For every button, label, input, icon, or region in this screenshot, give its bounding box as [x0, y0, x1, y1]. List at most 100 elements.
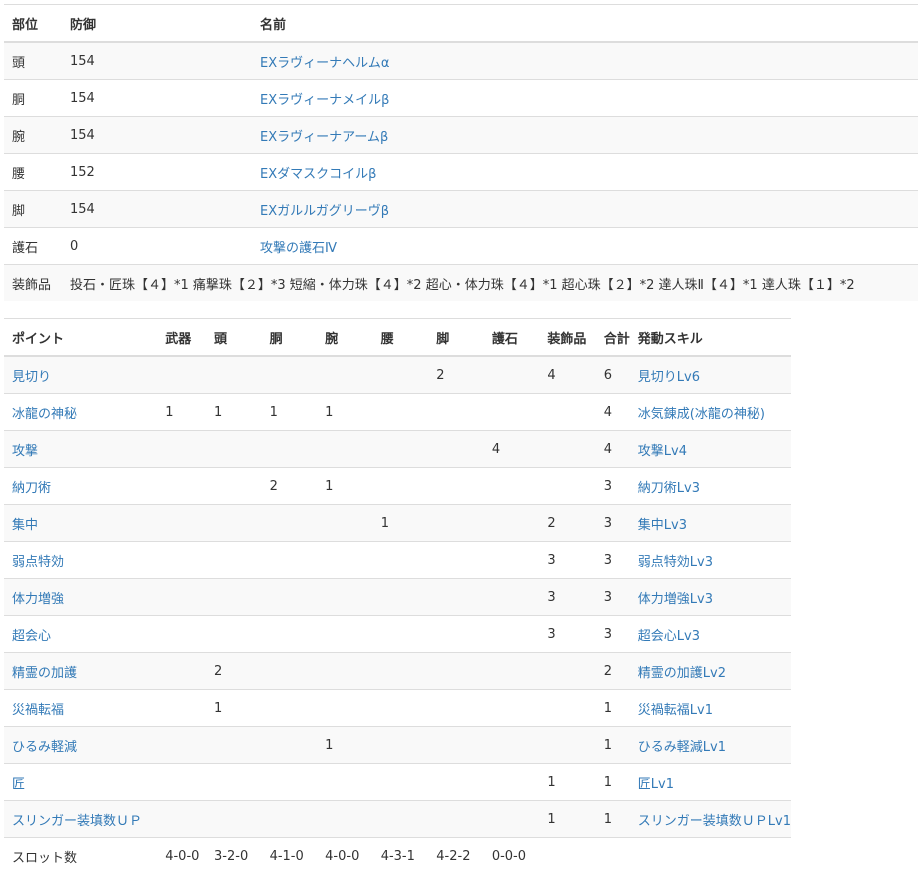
skill-leg [428, 467, 484, 505]
skill-point-link[interactable]: 弱点特効 [12, 555, 64, 570]
armor-row: 脚 154 EXガルルガグリーヴβ [4, 190, 918, 228]
skill-point-link[interactable]: 超会心 [12, 629, 51, 644]
slot-empty [595, 837, 630, 874]
armor-name-link[interactable]: EXラヴィーナヘルムα [260, 56, 389, 71]
skill-skill-link[interactable]: 超会心Lv3 [638, 629, 700, 644]
skill-arm: 1 [317, 393, 373, 431]
skill-skill-link[interactable]: ひるみ軽減Lv1 [638, 740, 726, 755]
skill-charm [483, 393, 540, 431]
skill-point-link[interactable]: 匠 [12, 777, 25, 792]
armor-name-link[interactable]: EXダマスクコイルβ [260, 167, 376, 182]
skill-point-link[interactable]: 納刀術 [12, 481, 51, 496]
skill-point: 弱点特効 [4, 541, 158, 579]
skill-point-link[interactable]: 集中 [12, 518, 38, 533]
header-name: 名前 [252, 4, 918, 43]
skill-row: 災禍転福 1 1 災禍転福Lv1 [4, 689, 791, 727]
skill-leg [428, 430, 484, 468]
armor-defense: 154 [62, 41, 252, 80]
skill-skill-link[interactable]: 冰気錬成(冰龍の神秘) [638, 407, 765, 422]
skill-point-link[interactable]: 冰龍の神秘 [12, 407, 77, 422]
skill-head [206, 541, 262, 579]
skill-skill-link[interactable]: 弱点特効Lv3 [638, 555, 713, 570]
skill-arm [317, 652, 373, 690]
slot-label: スロット数 [4, 837, 158, 874]
skill-arm [317, 541, 373, 579]
skill-skill: 超会心Lv3 [629, 615, 791, 653]
skill-row: 集中 1 2 3 集中Lv3 [4, 504, 791, 542]
skill-weapon [157, 541, 207, 579]
header-leg: 脚 [428, 318, 484, 357]
skill-head: 1 [206, 393, 262, 431]
slot-arm: 4-0-0 [317, 837, 373, 874]
skill-skill-link[interactable]: 体力増強Lv3 [638, 592, 713, 607]
skill-waist [372, 726, 429, 764]
skill-total: 3 [595, 504, 630, 542]
skill-total: 6 [595, 355, 630, 394]
skill-total: 4 [595, 393, 630, 431]
header-weapon: 武器 [157, 318, 207, 357]
armor-part: 護石 [4, 227, 62, 265]
skill-weapon [157, 430, 207, 468]
skill-body: 1 [261, 393, 318, 431]
skill-skill-link[interactable]: 見切りLv6 [638, 370, 700, 385]
skill-point-link[interactable]: 攻撃 [12, 444, 38, 459]
skill-waist [372, 652, 429, 690]
skill-deco [539, 430, 596, 468]
slot-body: 4-1-0 [261, 837, 318, 874]
armor-name: EXラヴィーナヘルムα [252, 41, 918, 80]
skill-skill-link[interactable]: 匠Lv1 [638, 777, 674, 792]
skill-head [206, 430, 262, 468]
armor-name-link[interactable]: EXラヴィーナメイルβ [260, 93, 389, 108]
skill-deco: 1 [539, 763, 596, 801]
skill-body [261, 355, 318, 394]
skill-total: 3 [595, 615, 630, 653]
skill-leg [428, 504, 484, 542]
skill-row: スリンガー装填数ＵＰ 1 1 スリンガー装填数ＵＰLv1 [4, 800, 791, 838]
skill-head [206, 504, 262, 542]
skill-skill-link[interactable]: スリンガー装填数ＵＰLv1 [638, 814, 791, 829]
header-head: 頭 [206, 318, 262, 357]
skill-charm [483, 355, 540, 394]
slot-charm: 0-0-0 [483, 837, 540, 874]
skill-point: 見切り [4, 355, 158, 394]
skill-leg [428, 615, 484, 653]
skill-total: 1 [595, 800, 630, 838]
header-defense: 防御 [62, 4, 252, 43]
skill-arm [317, 615, 373, 653]
skill-head [206, 578, 262, 616]
header-arm: 腕 [317, 318, 373, 357]
armor-name-link[interactable]: 攻撃の護石Ⅳ [260, 241, 337, 256]
skill-body [261, 726, 318, 764]
skill-point-link[interactable]: ひるみ軽減 [12, 740, 77, 755]
skill-skill-link[interactable]: 攻撃Lv4 [638, 444, 687, 459]
skill-point-link[interactable]: 見切り [12, 370, 51, 385]
skill-skill-link[interactable]: 納刀術Lv3 [638, 481, 700, 496]
skill-charm [483, 763, 540, 801]
skill-total: 2 [595, 652, 630, 690]
armor-table: 部位 防御 名前 頭 154 EXラヴィーナヘルムα 胴 154 EXラヴィーナメイルβ 腕… [4, 4, 918, 301]
skill-point: 攻撃 [4, 430, 158, 468]
skill-point-link[interactable]: 体力増強 [12, 592, 64, 607]
skill-point: 災禍転福 [4, 689, 158, 727]
skill-skill-link[interactable]: 集中Lv3 [638, 518, 687, 533]
skill-weapon [157, 355, 207, 394]
armor-name-link[interactable]: EXガルルガグリーヴβ [260, 204, 389, 219]
skill-arm [317, 800, 373, 838]
skill-skill-link[interactable]: 精霊の加護Lv2 [638, 666, 726, 681]
skill-point-link[interactable]: 災禍転福 [12, 703, 64, 718]
armor-row: 胴 154 EXラヴィーナメイルβ [4, 79, 918, 117]
skill-point: ひるみ軽減 [4, 726, 158, 764]
skill-point-link[interactable]: 精霊の加護 [12, 666, 77, 681]
skill-leg [428, 726, 484, 764]
skill-skill: 体力増強Lv3 [629, 578, 791, 616]
armor-name: EXダマスクコイルβ [252, 153, 918, 191]
skill-arm: 1 [317, 726, 373, 764]
skill-body [261, 578, 318, 616]
skill-point-link[interactable]: スリンガー装填数ＵＰ [12, 814, 142, 829]
skill-point: 精霊の加護 [4, 652, 158, 690]
skill-arm [317, 578, 373, 616]
skill-skill-link[interactable]: 災禍転福Lv1 [638, 703, 713, 718]
skill-total: 3 [595, 578, 630, 616]
armor-name-link[interactable]: EXラヴィーナアームβ [260, 130, 388, 145]
skill-deco [539, 652, 596, 690]
